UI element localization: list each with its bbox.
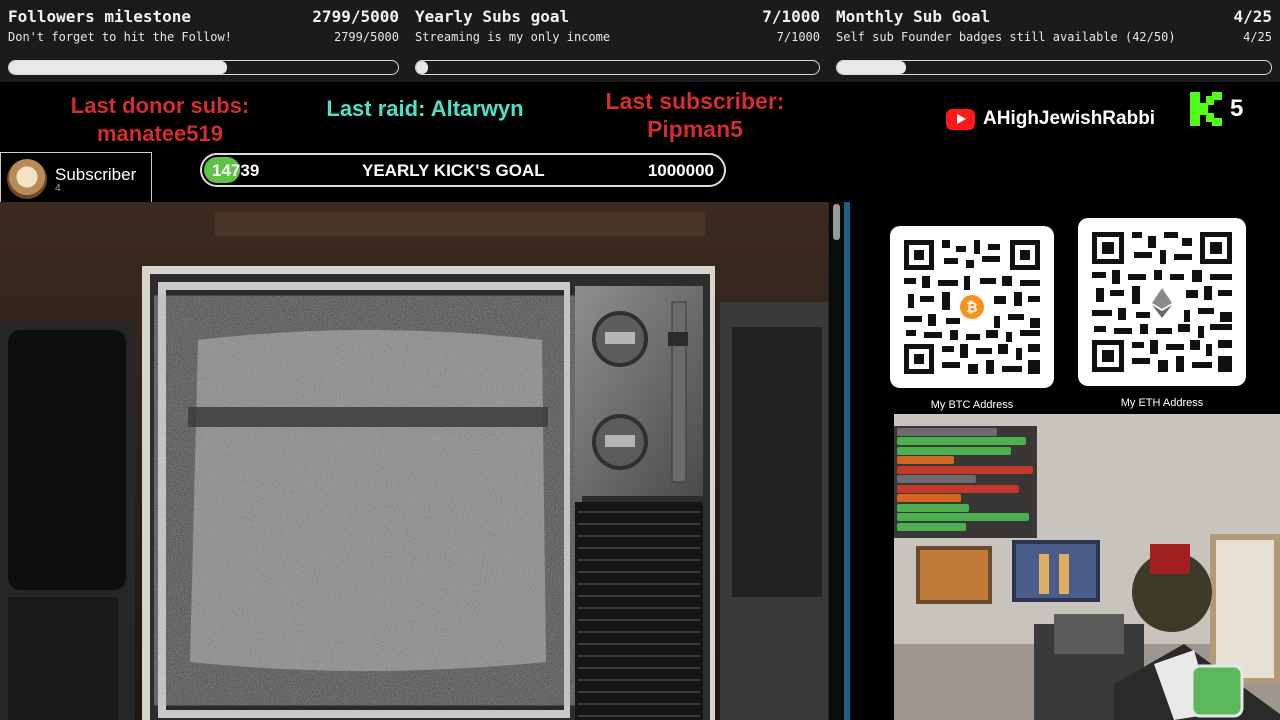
followers-goal-widget: Followers milestone 2799/5000 Don't forge… [0,0,407,82]
subscriber-alert-box: Subscriber 4 [0,152,152,206]
monthly-sub-goal-widget: Monthly Sub Goal 4/25 Self sub Founder ba… [828,0,1280,82]
goal-title: Yearly Subs goal [415,7,570,26]
avatar [7,159,47,199]
last-subscriber-name: Pipman5 [647,116,743,142]
last-raid: Last raid: Altarwyn [326,96,524,121]
goal-progress-fill [837,61,907,74]
goal-progress-bar [415,60,820,75]
last-donor-name: manatee519 [97,121,223,146]
qr-code-graphic [1092,232,1232,372]
kick-goal-current: 14739 [212,161,260,180]
goal-value-small: 2799/5000 [333,30,399,44]
goal-progress-fill [416,61,429,74]
last-donor-subs: Last donor subs: manatee519 [40,92,280,148]
goal-value: 2799/5000 [312,7,399,26]
goal-progress-bar [836,60,1272,75]
goal-progress-bar [8,60,399,75]
kick-viewer-count: 5 [1190,92,1243,126]
svg-text:₿: ₿ [966,300,977,316]
kick-goal-target: 1000000 [647,161,714,180]
last-donor-label: Last donor subs: [70,93,250,118]
eth-qr-code [1078,218,1246,386]
yearly-subs-goal-widget: Yearly Subs goal 7/1000 Streaming is my o… [407,0,828,82]
stream-video [0,202,848,720]
btc-qr-code: ₿ [890,226,1054,388]
goal-value-small: 7/1000 [776,30,820,44]
frame-edge [844,202,850,720]
goal-progress-fill [9,61,227,74]
btc-caption: My BTC Address [930,399,1014,411]
youtube-channel-name: AHighJewishRabbi [983,108,1156,129]
chat-overlay [894,426,1037,538]
last-subscriber: Last subscriber: Pipman5 [570,87,820,143]
youtube-icon [946,108,975,130]
goal-title: Followers milestone [8,7,192,26]
webcam-feed [894,414,1280,720]
eth-caption: My ETH Address [1120,397,1204,409]
goal-title: Monthly Sub Goal [836,7,991,26]
youtube-channel: AHighJewishRabbi [946,108,1155,130]
goal-value: 7/1000 [762,7,820,26]
video-scrollbar[interactable] [828,202,844,720]
kick-count: 5 [1230,95,1244,122]
qr-code-graphic: ₿ [904,240,1040,374]
goal-subtitle: Self sub Founder badges still available … [836,30,1176,44]
goal-value-small: 4/25 [1243,30,1272,44]
goal-subtitle: Don't forget to hit the Follow! [8,30,232,44]
scrollbar-thumb[interactable] [833,204,840,240]
tv-static-image [0,202,848,720]
goal-value: 4/25 [1233,7,1272,26]
last-subscriber-label: Last subscriber: [605,88,785,114]
kick-icon [1190,92,1222,126]
goal-subtitle: Streaming is my only income [415,30,611,44]
kick-goal-title: YEARLY KICK'S GOAL [362,161,545,180]
subscriber-label: Subscriber [55,164,137,184]
yearly-kick-goal-bar: 14739 YEARLY KICK'S GOAL 1000000 [200,153,726,187]
